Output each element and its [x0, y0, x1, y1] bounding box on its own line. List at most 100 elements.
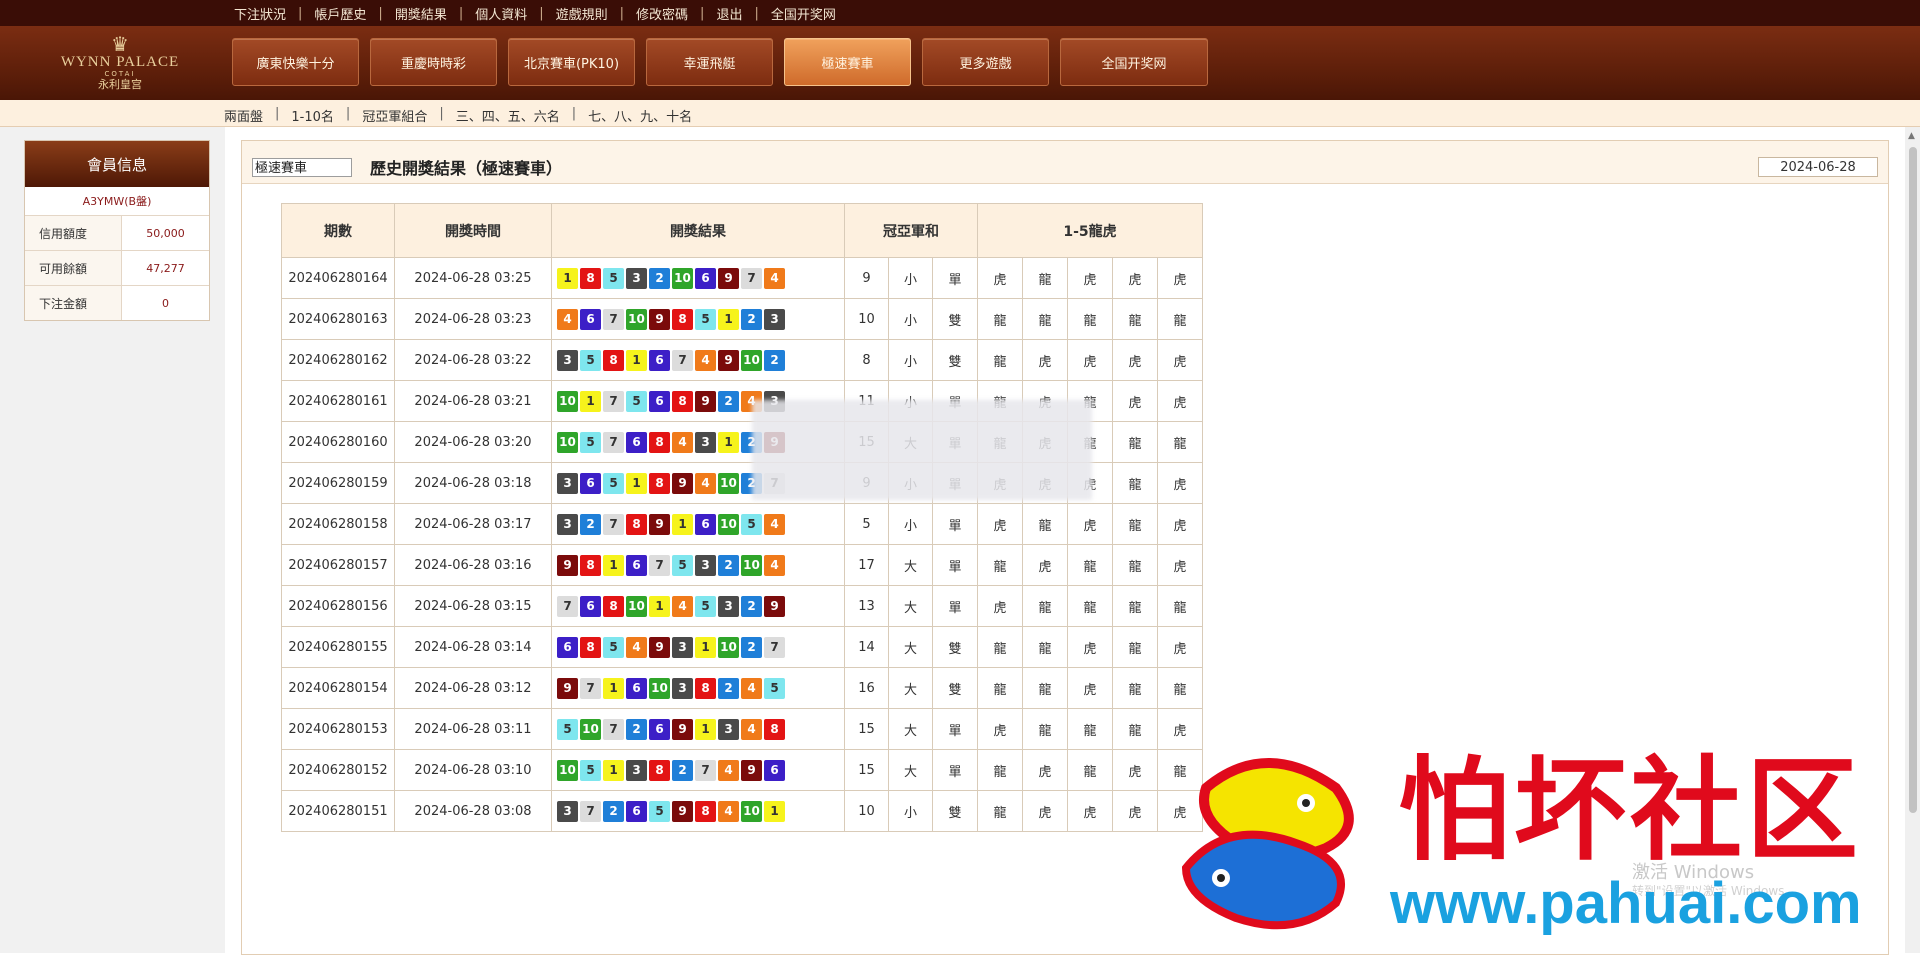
- period-cell: 202406280155: [281, 626, 395, 668]
- dragon-tiger-cell: 龍: [1157, 585, 1203, 627]
- number-ball: 4: [764, 513, 785, 535]
- number-ball: 2: [603, 800, 624, 822]
- number-ball: 2: [741, 308, 762, 330]
- nav-button[interactable]: 幸運飛艇: [646, 38, 773, 86]
- dragon-tiger-cell: 虎: [1112, 790, 1158, 832]
- dragon-tiger-cell: 龍: [1022, 257, 1068, 299]
- nav-button[interactable]: 更多遊戲: [922, 38, 1049, 86]
- dragon-tiger-cell: 虎: [1067, 790, 1113, 832]
- dragon-tiger-cell: 龍: [1112, 421, 1158, 463]
- number-ball: 10: [672, 267, 693, 289]
- sub-nav-link[interactable]: 1-10名: [279, 106, 346, 125]
- number-ball: 7: [649, 554, 670, 576]
- logo-sub: COTAI: [104, 70, 136, 78]
- nav-button[interactable]: 重慶時時彩: [370, 38, 497, 86]
- dragon-tiger-cell: 龍: [1112, 585, 1158, 627]
- odd-even-cell: 雙: [932, 790, 978, 832]
- member-row: 可用餘額 47,277: [25, 251, 209, 286]
- header: ♛ WYNN PALACE COTAI 永利皇宫 廣東快樂十分 重慶時時彩 北京賽車…: [0, 26, 1920, 100]
- number-ball: 7: [672, 349, 693, 371]
- number-ball: 3: [695, 554, 716, 576]
- dragon-tiger-cell: 虎: [1157, 462, 1203, 504]
- dragon-tiger-cell: 龍: [977, 749, 1023, 791]
- scroll-up-icon[interactable]: ▲: [1908, 131, 1915, 141]
- number-ball: 1: [580, 390, 601, 412]
- member-row: 下注金額 0: [25, 286, 209, 320]
- number-ball: 4: [764, 554, 785, 576]
- dragon-tiger-cell: 虎: [1067, 667, 1113, 709]
- col-period: 期數: [281, 203, 395, 258]
- top-link[interactable]: 退出: [704, 4, 754, 23]
- sub-nav-link[interactable]: 七、八、九、十名: [576, 106, 704, 125]
- member-row-label: 下注金額: [25, 286, 122, 320]
- number-ball: 5: [695, 308, 716, 330]
- number-ball: 8: [649, 472, 670, 494]
- sub-nav-link[interactable]: 三、四、五、六名: [444, 106, 572, 125]
- number-ball: 8: [695, 677, 716, 699]
- number-ball: 5: [580, 431, 601, 453]
- date-input[interactable]: 2024-06-28: [1758, 157, 1878, 177]
- number-ball: 1: [603, 554, 624, 576]
- top-link[interactable]: 個人資料: [463, 4, 539, 23]
- top-link[interactable]: 下注狀況: [222, 4, 298, 23]
- number-ball: 9: [718, 349, 739, 371]
- number-ball: 10: [718, 513, 739, 535]
- number-ball: 8: [580, 267, 601, 289]
- ball-group: 6 8 5 4 9 3 1 10 2 7: [553, 636, 843, 658]
- nav-button[interactable]: 北京賽車(PK10): [508, 38, 635, 86]
- number-ball: 7: [603, 390, 624, 412]
- time-cell: 2024-06-28 03:20: [394, 421, 552, 463]
- nav-button[interactable]: 全国开奖网: [1060, 38, 1208, 86]
- number-ball: 9: [557, 677, 578, 699]
- logo-brand: WYNN PALACE: [60, 54, 180, 70]
- scrollbar-thumb[interactable]: [1909, 147, 1917, 813]
- sub-nav-link[interactable]: 兩面盤: [224, 106, 275, 125]
- big-small-cell: 小: [888, 298, 933, 340]
- number-ball: 9: [649, 636, 670, 658]
- nav-button[interactable]: 極速賽車: [784, 38, 911, 86]
- number-ball: 10: [741, 349, 762, 371]
- number-ball: 9: [718, 267, 739, 289]
- ball-group: 3 7 2 6 5 9 8 4 10 1: [553, 800, 843, 822]
- top-link[interactable]: 全国开奖网: [759, 4, 848, 23]
- number-ball: 3: [626, 759, 647, 781]
- top-link[interactable]: 遊戲規則: [544, 4, 620, 23]
- big-small-cell: 小: [888, 257, 933, 299]
- top-link[interactable]: 開獎結果: [383, 4, 459, 23]
- member-row-label: 可用餘額: [25, 251, 122, 285]
- vertical-scrollbar[interactable]: ▲: [1905, 127, 1920, 953]
- crown-icon: ♛: [111, 32, 129, 56]
- col-gy: 冠亞軍和: [844, 203, 978, 258]
- odd-even-cell: 雙: [932, 626, 978, 668]
- result-cell: 9 8 1 6 7 5 3 2 10 4: [551, 544, 845, 586]
- odd-even-cell: 雙: [932, 667, 978, 709]
- ball-group: 1 8 5 3 2 10 6 9 7 4: [553, 267, 843, 289]
- dragon-tiger-cell: 虎: [1157, 790, 1203, 832]
- number-ball: 10: [557, 431, 578, 453]
- number-ball: 5: [649, 800, 670, 822]
- dragon-tiger-cell: 龍: [977, 667, 1023, 709]
- number-ball: 8: [603, 349, 624, 371]
- dragon-tiger-cell: 龍: [1067, 749, 1113, 791]
- number-ball: 3: [695, 431, 716, 453]
- number-ball: 3: [557, 472, 578, 494]
- period-cell: 202406280153: [281, 708, 395, 750]
- odd-even-cell: 單: [932, 544, 978, 586]
- dragon-tiger-cell: 虎: [1022, 544, 1068, 586]
- logo[interactable]: ♛ WYNN PALACE COTAI 永利皇宫: [50, 34, 190, 92]
- number-ball: 7: [764, 636, 785, 658]
- dragon-tiger-cell: 虎: [1112, 257, 1158, 299]
- top-link[interactable]: 帳戶歷史: [302, 4, 378, 23]
- ball-group: 9 7 1 6 10 3 8 2 4 5: [553, 677, 843, 699]
- number-ball: 4: [718, 759, 739, 781]
- number-ball: 9: [764, 595, 785, 617]
- number-ball: 5: [603, 267, 624, 289]
- main-header: 極速賽車 歷史開獎結果（極速賽車） 2024-06-28: [242, 141, 1888, 184]
- nav-button[interactable]: 廣東快樂十分: [232, 38, 359, 86]
- game-select[interactable]: 極速賽車: [252, 158, 352, 177]
- sub-nav-link[interactable]: 冠亞軍組合: [350, 106, 439, 125]
- sum-cell: 10: [844, 790, 889, 832]
- dragon-tiger-cell: 龍: [977, 544, 1023, 586]
- number-ball: 6: [580, 472, 601, 494]
- top-link[interactable]: 修改密碼: [624, 4, 700, 23]
